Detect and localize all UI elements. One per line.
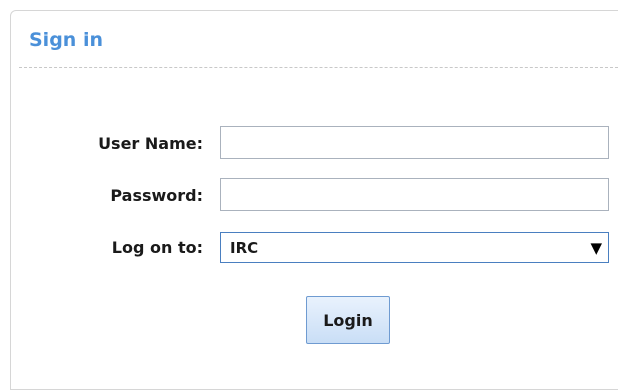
panel-title: Sign in [29,29,103,51]
password-input[interactable] [220,178,609,211]
logon-label: Log on to: [111,238,203,257]
title-divider [19,67,618,68]
username-label: User Name: [98,134,203,153]
chevron-down-icon[interactable]: ▼ [590,238,602,258]
signin-panel: Sign in User Name: Password: Log on to: … [10,10,618,390]
username-input[interactable] [220,126,609,159]
password-label: Password: [110,186,203,205]
logon-selected-value: IRC [230,239,259,257]
logon-select[interactable]: IRC ▼ [220,232,609,263]
login-button[interactable]: Login [306,296,390,344]
